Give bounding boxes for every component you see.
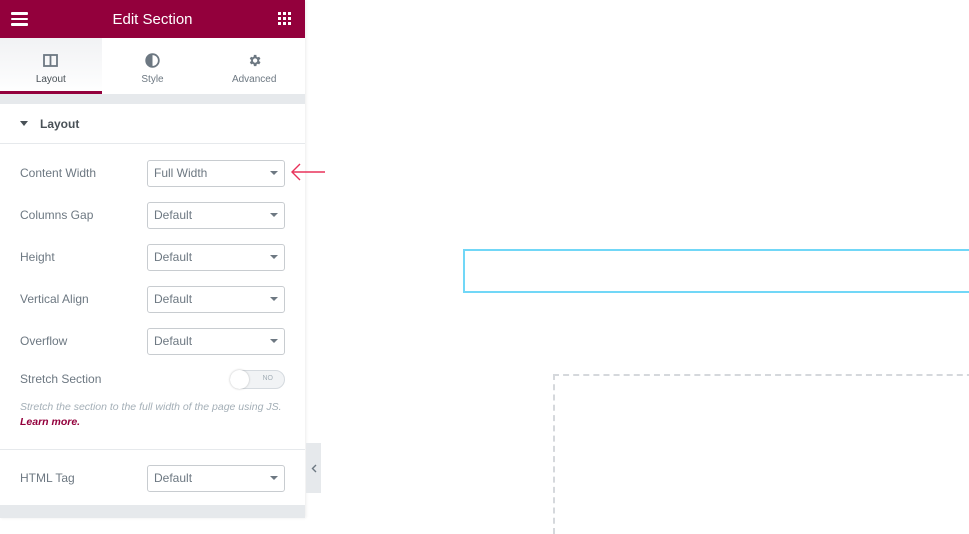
selected-section-outline[interactable] (463, 249, 969, 293)
tab-label: Advanced (231, 73, 277, 85)
select-value: Default (154, 250, 193, 264)
dropdown-arrow-icon (270, 339, 278, 343)
gear-icon (247, 52, 262, 70)
field-content-width: Content Width Full Width (0, 152, 305, 194)
stretch-section-toggle[interactable]: NO (230, 369, 285, 389)
dropdown-arrow-icon (270, 297, 278, 301)
field-vertical-align: Vertical Align Default (0, 278, 305, 320)
select-value: Default (154, 334, 193, 348)
html-tag-select[interactable]: Default (147, 464, 285, 492)
separator-band (0, 94, 305, 104)
chevron-left-icon (311, 464, 316, 472)
caret-down-icon (20, 121, 28, 126)
select-value: Default (154, 208, 193, 222)
panel-tabs: Layout Style Advanced (0, 38, 305, 94)
content-width-select[interactable]: Full Width (147, 159, 285, 187)
dropdown-arrow-icon (270, 255, 278, 259)
field-html-tag: HTML Tag Default (0, 450, 305, 506)
hamburger-icon[interactable] (11, 12, 28, 26)
field-label: Columns Gap (20, 208, 94, 222)
panel-header: Edit Section (0, 0, 305, 38)
columns-icon (43, 52, 59, 70)
field-overflow: Overflow Default (0, 320, 305, 362)
height-select[interactable]: Default (147, 243, 285, 271)
grid-icon[interactable] (278, 12, 291, 25)
stretch-description: Stretch the section to the full width of… (0, 394, 305, 442)
field-label: Overflow (20, 334, 68, 348)
dropdown-arrow-icon (270, 171, 278, 175)
select-value: Default (154, 471, 193, 485)
empty-section-dropzone[interactable] (553, 374, 969, 534)
select-value: Full Width (154, 166, 208, 180)
learn-more-link[interactable]: Learn more. (20, 416, 80, 428)
dropdown-arrow-icon (270, 213, 278, 217)
field-label: Vertical Align (20, 292, 89, 306)
half-circle-icon (145, 52, 160, 70)
dropdown-arrow-icon (270, 476, 278, 480)
field-columns-gap: Columns Gap Default (0, 194, 305, 236)
vertical-align-select[interactable]: Default (147, 285, 285, 313)
field-label: Height (20, 250, 55, 264)
separator-band (0, 505, 305, 518)
editor-panel: Edit Section Layout Style Advanced Layou… (0, 0, 305, 518)
field-stretch-section: Stretch Section NO (0, 364, 305, 394)
tab-label: Style (141, 73, 164, 85)
tab-label: Layout (35, 73, 66, 85)
select-value: Default (154, 292, 193, 306)
tab-advanced[interactable]: Advanced (203, 38, 305, 94)
overflow-select[interactable]: Default (147, 327, 285, 355)
tab-style[interactable]: Style (102, 38, 204, 94)
field-label: HTML Tag (20, 471, 75, 485)
toggle-text: NO (262, 374, 274, 382)
field-height: Height Default (0, 236, 305, 278)
panel-title: Edit Section (112, 10, 193, 28)
description-text: Stretch the section to the full width of… (20, 401, 282, 413)
collapse-panel-button[interactable] (306, 443, 321, 493)
section-title: Layout (40, 116, 80, 131)
section-toggle-layout[interactable]: Layout (0, 104, 305, 144)
columns-gap-select[interactable]: Default (147, 201, 285, 229)
tab-layout[interactable]: Layout (0, 38, 102, 94)
field-label: Content Width (20, 166, 97, 180)
toggle-knob (230, 369, 249, 389)
field-label: Stretch Section (20, 372, 102, 386)
annotation-arrow-icon (290, 162, 326, 187)
